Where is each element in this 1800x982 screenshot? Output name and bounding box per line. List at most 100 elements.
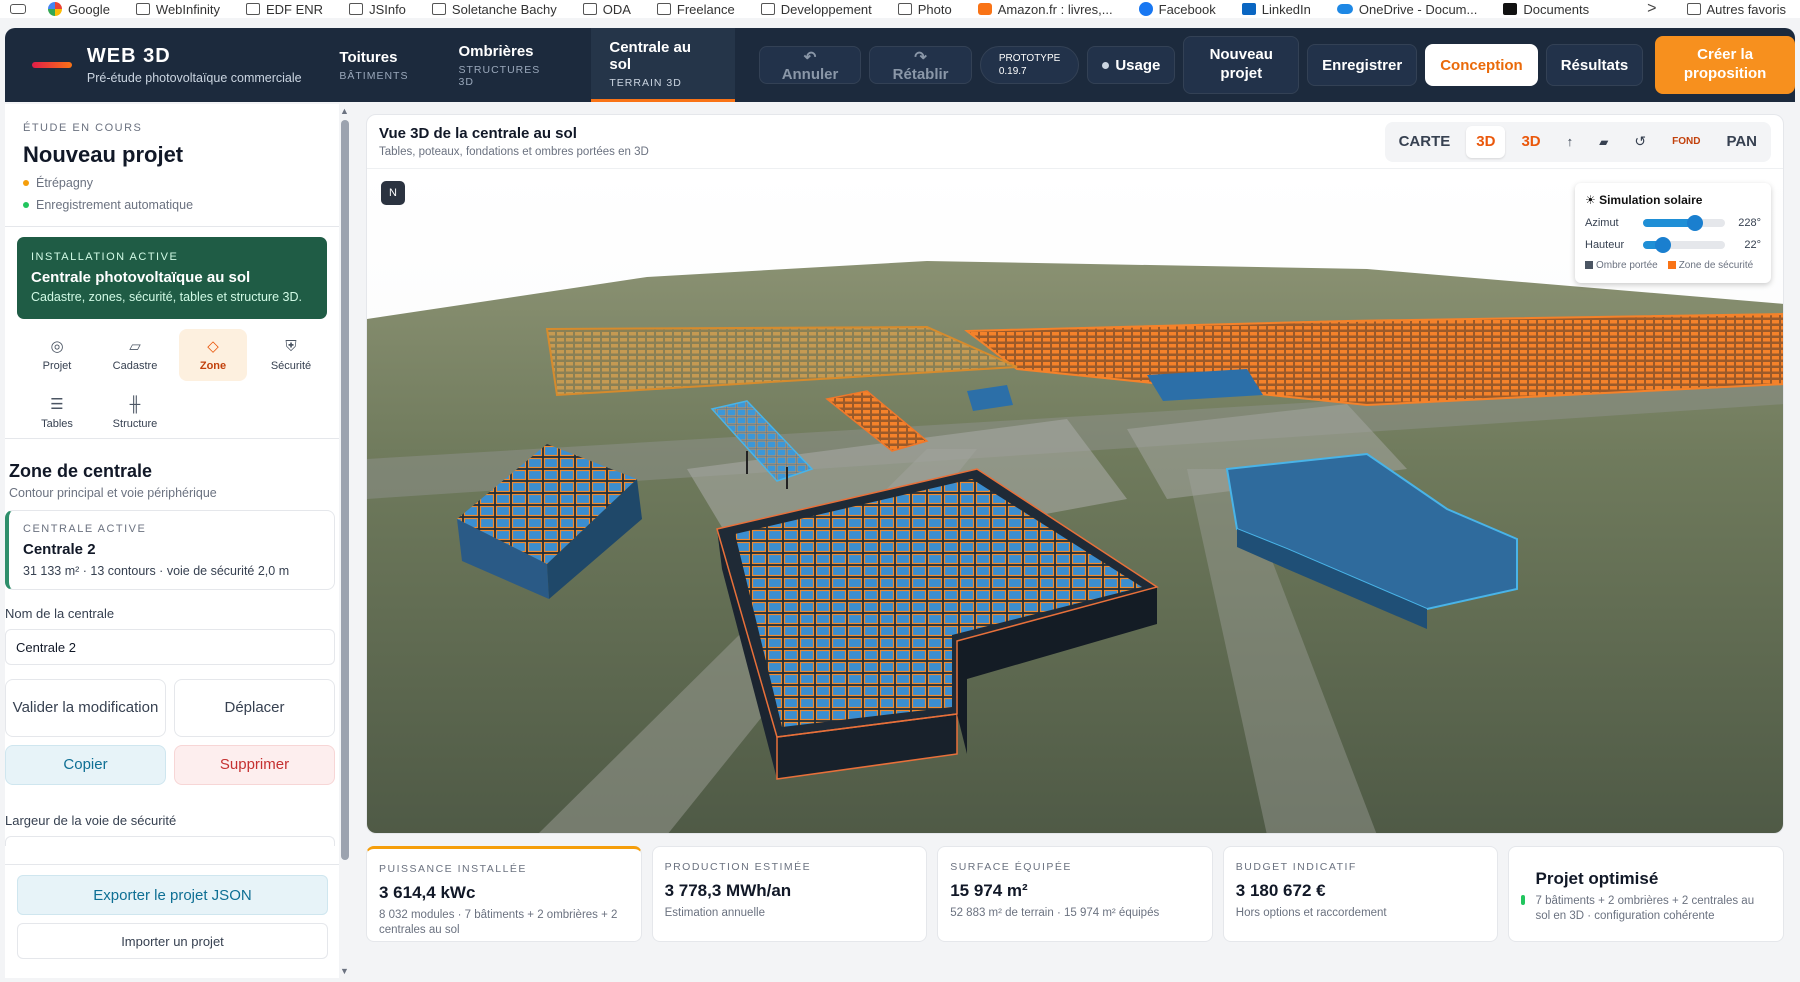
view-3d-panel: Vue 3D de la centrale au sol Tables, pot… [366, 114, 1784, 834]
save-button[interactable]: Enregistrer [1307, 44, 1418, 86]
3d-scene-canvas[interactable]: N ☀ Simulation solaire Azimut 228° Haute… [367, 169, 1783, 833]
new-project-button[interactable]: Nouveau projet [1183, 36, 1300, 94]
tilt-icon[interactable]: ▰ [1589, 126, 1618, 158]
hauteur-slider-handle[interactable] [1654, 237, 1671, 253]
bookmark-photo[interactable]: Photo [897, 2, 952, 17]
bookmark-facebook[interactable]: Facebook [1138, 2, 1216, 17]
view-mode-bar: CARTE 3D 3D ↑ ▰ ↺ FOND PAN [1384, 121, 1771, 162]
bookmarks-bar: Google WebInfinity EDF ENR JSInfo Soletanche… [0, 0, 1800, 18]
folder-icon [582, 3, 597, 15]
brand-title: WEB 3D [86, 45, 171, 67]
safety-lane-input[interactable] [5, 836, 335, 846]
bookmark-developpement[interactable]: Developpement [760, 2, 872, 17]
design-button[interactable]: Conception [1425, 44, 1538, 86]
sidebar: Étude en cours Nouveau projet Étrépagny … [5, 104, 340, 978]
export-area: Exporter le projet JSON Importer un proj… [5, 864, 339, 978]
legend-shadow: Ombre portée [1585, 260, 1658, 271]
usage-button[interactable]: Usage [1087, 46, 1176, 84]
sidebar-scrollbar[interactable]: ▲ ▼ [339, 104, 351, 978]
bookmark-webinfinity[interactable]: WebInfinity [135, 2, 220, 17]
more-bookmarks-chevron-icon[interactable]: > [1647, 0, 1656, 18]
folder-icon [135, 3, 150, 15]
view-title: Vue 3D de la centrale au sol [379, 125, 577, 142]
kpi-estimated-production: Production estimée 3 778,3 MWh/an Estima… [651, 846, 928, 942]
centrale-name-input[interactable]: Centrale 2 [5, 629, 335, 665]
active-centrale-card[interactable]: Centrale active Centrale 2 31 133 m² · 1… [5, 510, 335, 590]
zone-swatch-icon [1667, 261, 1676, 269]
bookmark-linkedin[interactable]: LinkedIn [1241, 2, 1311, 17]
folder-icon [1686, 3, 1701, 15]
tool-structure[interactable]: ╫ Structure [101, 387, 169, 439]
import-project-button[interactable]: Importer un projet [17, 923, 328, 959]
bookmark-onedrive-docum[interactable]: OneDrive - Docum... [1336, 2, 1477, 17]
solar-simulation-panel: ☀ Simulation solaire Azimut 228° Hauteur… [1575, 183, 1771, 283]
export-json-button[interactable]: Exporter le projet JSON [17, 875, 328, 915]
background-button[interactable]: FOND [1662, 126, 1710, 158]
hauteur-value: 22° [1744, 239, 1761, 251]
documents-icon [1503, 3, 1518, 15]
scroll-down-icon[interactable]: ▼ [340, 966, 349, 976]
project-autosave: Enregistrement automatique [23, 198, 321, 212]
bookmark-amazon-fr-livres[interactable]: Amazon.fr : livres,... [977, 2, 1113, 17]
kpi-project-optimized: Projet optimisé 7 bâtiments + 2 ombrière… [1508, 846, 1784, 942]
undo-button[interactable]: ↶ Annuler [758, 46, 862, 84]
hauteur-slider[interactable] [1643, 237, 1725, 253]
status-dot-icon [1102, 61, 1110, 69]
tool-cadastre[interactable]: ▱ Cadastre [101, 329, 169, 381]
scroll-up-icon[interactable]: ▲ [340, 106, 349, 116]
project-eyebrow: Étude en cours [23, 122, 143, 134]
folder-icon [246, 3, 260, 15]
azimut-slider-handle[interactable] [1686, 215, 1703, 231]
map-mode-button[interactable]: CARTE [1389, 126, 1461, 158]
tool-tables[interactable]: ☰ Tables [23, 387, 91, 439]
bookmark-freelance[interactable]: Freelance [656, 2, 735, 17]
autosave-dot-icon [23, 202, 29, 208]
copy-button[interactable]: Copier [5, 745, 166, 785]
3d-mode-button[interactable]: 3D [1466, 125, 1506, 158]
tab-list-icon[interactable] [10, 4, 26, 14]
results-button[interactable]: Résultats [1545, 44, 1644, 86]
create-proposal-button[interactable]: Créer la proposition [1655, 36, 1795, 94]
target-icon: ◎ [50, 337, 64, 355]
redo-button[interactable]: ↷ Rétablir [869, 46, 972, 84]
tool-securite[interactable]: ⛨ Sécurité [257, 329, 325, 381]
onedrive-icon [1336, 4, 1353, 14]
kpi-equipped-surface: Surface équipée 15 974 m² 52 883 m² de t… [937, 846, 1213, 942]
3d-scene-render [367, 169, 1783, 833]
folder-icon [656, 3, 671, 15]
scrollbar-thumb[interactable] [341, 120, 349, 860]
tab-centrale-au-sol[interactable]: Centrale au sol Terrain 3D [591, 28, 735, 102]
tool-grid: ◎ Projet ▱ Cadastre ◇ Zone ⛨ Sécurité ☰ Tables ╫ St… [5, 319, 339, 439]
tab-toitures[interactable]: Toitures Bâtiments [321, 28, 426, 102]
delete-button[interactable]: Supprimer [174, 745, 335, 785]
bookmark-google[interactable]: Google [48, 2, 110, 17]
linkedin-icon [1241, 3, 1256, 15]
azimut-slider[interactable] [1643, 215, 1725, 231]
azimut-value: 228° [1738, 217, 1761, 229]
tool-zone[interactable]: ◇ Zone [179, 329, 247, 381]
reset-view-icon[interactable]: ↺ [1624, 126, 1656, 158]
project-info: Étude en cours Nouveau projet Étrépagny … [5, 104, 339, 227]
folder-icon [897, 3, 912, 15]
north-up-icon[interactable]: ↑ [1557, 126, 1584, 158]
centrale-name-label: Nom de la centrale [5, 606, 115, 621]
bookmark-edf-enr[interactable]: EDF ENR [246, 2, 323, 17]
pan-button[interactable]: PAN [1716, 126, 1767, 158]
bookmark-jsinfo[interactable]: JSInfo [349, 2, 406, 17]
active-installation-card[interactable]: Installation active Centrale photovoltaï… [17, 237, 327, 319]
prototype-version-badge: PROTOTYPE 0.19.7 [979, 46, 1080, 84]
bookmark-documents[interactable]: Documents [1503, 2, 1589, 17]
diamond-icon: ◇ [207, 337, 219, 355]
status-ok-icon [1521, 895, 1526, 905]
move-button[interactable]: Déplacer [174, 679, 335, 737]
north-indicator[interactable]: N [381, 181, 405, 205]
tool-projet[interactable]: ◎ Projet [23, 329, 91, 381]
validate-button[interactable]: Valider la modification [5, 679, 166, 737]
bookmark-soletanche-bachy[interactable]: Soletanche Bachy [431, 2, 557, 17]
bookmark-oda[interactable]: ODA [582, 2, 631, 17]
bookmark-other-favorites[interactable]: Autres favoris [1686, 2, 1786, 17]
tab-ombrieres[interactable]: Ombrières Structures 3D [440, 28, 577, 102]
solar-simulation-title: ☀ Simulation solaire [1585, 193, 1703, 207]
3d-alt-mode-button[interactable]: 3D [1511, 126, 1550, 158]
project-title: Nouveau projet [23, 142, 184, 167]
